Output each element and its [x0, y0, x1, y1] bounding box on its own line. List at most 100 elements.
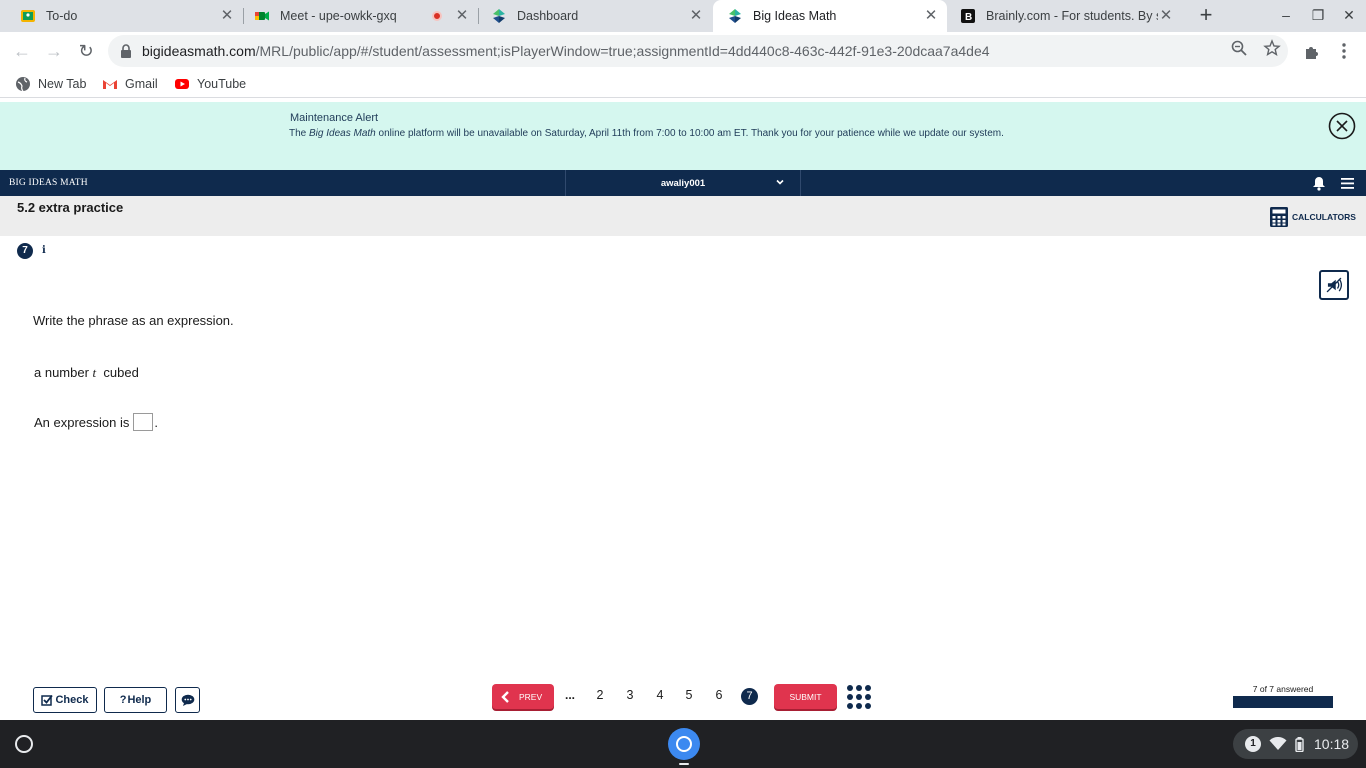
check-label: Check — [55, 694, 89, 706]
chrome-app-icon[interactable] — [668, 728, 700, 760]
zoom-icon[interactable] — [1230, 39, 1248, 57]
recording-icon — [432, 11, 442, 21]
tab-title: To-do — [46, 9, 78, 23]
lock-icon — [121, 44, 131, 58]
page-link-current[interactable]: 7 — [741, 688, 758, 705]
question-phrase: a number t cubed — [34, 365, 139, 381]
bookmark-new-tab[interactable]: New Tab — [15, 76, 86, 92]
big-ideas-logo-icon — [729, 9, 741, 23]
check-button[interactable]: Check — [33, 687, 97, 713]
alert-message-brand: Big Ideas Math — [309, 128, 376, 139]
browser-tab-strip: To-do ✕ Meet - upe-owkk-gxq ✕ Dashboard … — [0, 0, 1366, 32]
notification-bell-icon[interactable] — [1312, 176, 1326, 191]
calculators-label: CALCULATORS — [1292, 212, 1356, 222]
help-button[interactable]: ? Help — [104, 687, 167, 713]
alert-title: Maintenance Alert — [290, 112, 379, 124]
forward-icon[interactable]: → — [44, 41, 64, 61]
big-ideas-logo-icon — [493, 9, 505, 23]
page-link-4[interactable]: 4 — [652, 688, 668, 702]
question-prompt: Write the phrase as an expression. — [33, 313, 234, 328]
tab-dashboard[interactable]: Dashboard ✕ — [479, 0, 712, 32]
calculator-icon — [1270, 207, 1288, 227]
user-menu[interactable]: awaliy001 — [565, 170, 801, 196]
chat-button[interactable] — [175, 687, 200, 713]
close-tab-icon[interactable]: ✕ — [454, 8, 470, 24]
audio-off-icon[interactable] — [1319, 270, 1349, 300]
chrome-app-icon-center — [676, 736, 692, 752]
globe-icon — [16, 77, 30, 92]
google-meet-icon — [255, 11, 269, 21]
status-tray[interactable]: 1 10:18 — [1233, 729, 1358, 759]
browser-toolbar: ← → ↻ bigideasmath.com/MRL/public/app/#/… — [0, 32, 1366, 70]
prev-button[interactable]: PREV — [492, 684, 554, 709]
chevron-down-icon — [776, 179, 784, 185]
reload-icon[interactable]: ↻ — [76, 41, 96, 61]
hamburger-menu-icon[interactable] — [1341, 178, 1354, 189]
url-path: /MRL/public/app/#/student/assessment;isP… — [255, 43, 990, 59]
brand-logo[interactable]: BIG IDEAS MATH — [9, 178, 88, 188]
more-pages-ellipsis[interactable]: ... — [565, 688, 575, 702]
close-tab-icon[interactable]: ✕ — [923, 8, 939, 24]
app-header: BIG IDEAS MATH awaliy001 — [0, 170, 1366, 196]
page-link-6[interactable]: 6 — [711, 688, 727, 702]
answer-input[interactable] — [133, 413, 154, 431]
tab-big-ideas-math[interactable]: Big Ideas Math ✕ — [713, 0, 947, 32]
minimize-icon[interactable]: – — [1277, 6, 1295, 24]
calculators-button[interactable]: CALCULATORS — [1270, 207, 1356, 227]
bookmark-star-icon[interactable] — [1263, 39, 1281, 57]
gmail-icon — [103, 80, 117, 89]
extensions-icon[interactable] — [1302, 41, 1322, 61]
youtube-icon — [175, 79, 189, 89]
restore-icon[interactable]: ❐ — [1309, 6, 1327, 24]
bookmark-youtube[interactable]: YouTube — [174, 76, 246, 92]
clock: 10:18 — [1314, 736, 1350, 752]
tab-title: Meet - upe-owkk-gxq — [280, 9, 397, 23]
close-alert-icon[interactable] — [1328, 112, 1356, 140]
more-menu-icon[interactable] — [1334, 41, 1354, 61]
alert-message-suffix: online platform will be unavailable on S… — [375, 128, 1004, 139]
url-host: bigideasmath.com — [142, 43, 256, 59]
bookmark-label: YouTube — [197, 77, 247, 91]
username: awaliy001 — [660, 178, 706, 189]
wifi-icon — [1269, 737, 1287, 750]
close-window-icon[interactable]: ✕ — [1340, 6, 1358, 24]
bookmarks-bar: New Tab Gmail YouTube — [0, 70, 1366, 98]
tab-title: Big Ideas Math — [753, 9, 837, 23]
submit-button[interactable]: SUBMIT — [774, 684, 837, 709]
back-icon[interactable]: ← — [12, 41, 32, 61]
brainly-icon: B — [961, 9, 975, 23]
tab-brainly[interactable]: B Brainly.com - For students. By st ✕ — [948, 0, 1182, 32]
address-bar[interactable]: bigideasmath.com/MRL/public/app/#/studen… — [108, 35, 1288, 67]
assignment-bar: 5.2 extra practice CALCULATORS — [0, 196, 1366, 236]
notification-count: 1 — [1245, 736, 1261, 752]
alert-message: The Big Ideas Math online platform will … — [289, 128, 1004, 139]
launcher-icon[interactable] — [15, 735, 33, 753]
tab-title: Brainly.com - For students. By st — [986, 9, 1158, 23]
running-app-indicator — [679, 763, 689, 765]
page-link-2[interactable]: 2 — [592, 688, 608, 702]
battery-icon — [1295, 736, 1304, 752]
checkbox-icon — [41, 694, 54, 706]
bookmark-gmail[interactable]: Gmail — [102, 76, 158, 92]
close-tab-icon[interactable]: ✕ — [688, 8, 704, 24]
progress-bar — [1233, 696, 1333, 708]
progress-label: 7 of 7 answered — [1252, 684, 1314, 694]
tab-meet[interactable]: Meet - upe-owkk-gxq ✕ — [244, 0, 478, 32]
phrase-suffix: cubed — [96, 365, 139, 380]
chat-bubble-icon — [181, 694, 194, 706]
close-tab-icon[interactable]: ✕ — [1158, 8, 1174, 24]
prev-label: PREV — [519, 691, 543, 702]
page-link-3[interactable]: 3 — [622, 688, 638, 702]
answer-period: . — [154, 414, 159, 430]
phrase-prefix: a number — [34, 365, 93, 380]
info-icon[interactable]: i — [42, 245, 46, 256]
new-tab-button[interactable]: + — [1194, 4, 1218, 28]
close-tab-icon[interactable]: ✕ — [219, 8, 235, 24]
question-grid-icon[interactable] — [846, 684, 872, 710]
page-link-5[interactable]: 5 — [681, 688, 697, 702]
svg-text:B: B — [965, 12, 972, 23]
tab-todo[interactable]: To-do ✕ — [0, 0, 243, 32]
chevron-left-icon — [501, 690, 509, 703]
bookmark-label: New Tab — [38, 77, 87, 91]
answer-line: An expression is . — [34, 413, 158, 431]
